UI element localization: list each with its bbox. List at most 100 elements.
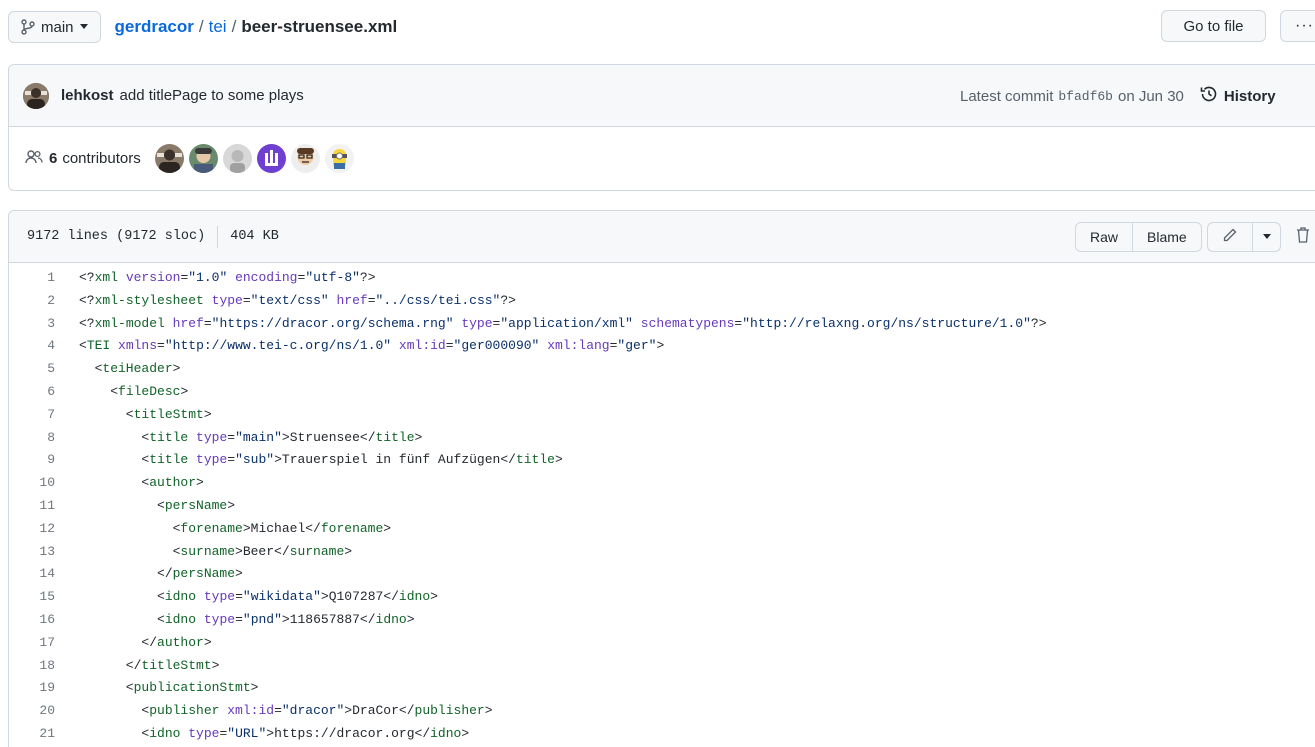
code-line: 6 <fileDesc> — [9, 381, 1315, 404]
commit-meta: Latest commit bfadf6b on Jun 30 History — [960, 65, 1276, 127]
code-text: <title type="sub">Trauerspiel in fünf Au… — [79, 452, 563, 468]
code-line: 1 <?xml version="1.0" encoding="utf-8"?> — [9, 267, 1315, 290]
contributor-avatar[interactable] — [256, 144, 286, 173]
branch-selector-button[interactable]: main — [8, 11, 101, 43]
more-options-button[interactable]: ··· — [1280, 10, 1315, 42]
line-number[interactable]: 10 — [9, 472, 55, 495]
code-line: 4 <TEI xmlns="http://www.tei-c.org/ns/1.0… — [9, 335, 1315, 358]
file-size: 404 KB — [230, 229, 279, 244]
line-number[interactable]: 17 — [9, 632, 55, 655]
code-text: <persName> — [79, 497, 236, 513]
code-text: <forename>Michael</forename> — [79, 520, 392, 536]
code-line: 15 <idno type="wikidata">Q107287</idno> — [9, 586, 1315, 609]
line-number[interactable]: 14 — [9, 563, 55, 586]
line-number[interactable]: 11 — [9, 495, 55, 518]
raw-button[interactable]: Raw — [1076, 223, 1132, 251]
commit-box: lehkost add titlePage to some plays Late… — [8, 64, 1315, 191]
code-text: <titleStmt> — [79, 406, 212, 422]
trash-icon[interactable] — [1295, 226, 1311, 249]
line-number[interactable]: 9 — [9, 449, 55, 472]
code-text: <?xml version="1.0" encoding="utf-8"?> — [79, 270, 376, 285]
code-line: 3 <?xml-model href="https://dracor.org/sc… — [9, 313, 1315, 336]
branch-icon — [21, 19, 35, 35]
contributors-row: 6 contributors — [9, 127, 1315, 190]
contributor-avatar[interactable] — [154, 144, 184, 173]
contributor-avatar[interactable] — [324, 144, 354, 173]
contributor-avatar[interactable] — [290, 144, 320, 173]
line-number[interactable]: 4 — [9, 335, 55, 358]
code-text: <idno type="wikidata">Q107287</idno> — [79, 589, 438, 605]
code-text: <title type="main">Struensee</title> — [79, 429, 423, 445]
file-header: 9172 lines (9172 sloc) 404 KB Raw Blame — [9, 211, 1315, 263]
line-number[interactable]: 3 — [9, 313, 55, 336]
code-text: <?xml-stylesheet type="text/css" href=".… — [79, 292, 516, 308]
code-text: <TEI xmlns="http://www.tei-c.org/ns/1.0"… — [79, 338, 665, 354]
code-line: 7 <titleStmt> — [9, 404, 1315, 427]
file-lines-info: 9172 lines (9172 sloc) — [27, 229, 206, 244]
go-to-file-button[interactable]: Go to file — [1161, 10, 1266, 42]
code-text: <author> — [79, 475, 204, 491]
code-line: 20 <publisher xml:id="dracor">DraCor</pu… — [9, 700, 1315, 723]
code-line: 5 <teiHeader> — [9, 358, 1315, 381]
commit-date: on Jun 30 — [1117, 87, 1184, 105]
contributors-count[interactable]: 6 — [49, 150, 57, 167]
people-icon — [25, 149, 43, 169]
avatar[interactable] — [23, 82, 49, 109]
line-number[interactable]: 20 — [9, 700, 55, 723]
code-text: <teiHeader> — [79, 361, 181, 377]
code-text: </titleStmt> — [79, 657, 220, 673]
code-line: 16 <idno type="pnd">118657887</idno> — [9, 609, 1315, 632]
code-text: <idno type="pnd">118657887</idno> — [79, 611, 415, 627]
contributor-avatar[interactable] — [188, 144, 218, 173]
line-number[interactable]: 5 — [9, 358, 55, 381]
code-view: 1 <?xml version="1.0" encoding="utf-8"?> 2… — [9, 263, 1315, 746]
code-line: 11 <persName> — [9, 495, 1315, 518]
contributor-avatar[interactable] — [222, 144, 252, 173]
breadcrumb-owner-link[interactable]: gerdracor — [115, 17, 194, 37]
code-text: <publicationStmt> — [79, 680, 259, 696]
edit-button[interactable] — [1208, 223, 1252, 251]
code-line: 12 <forename>Michael</forename> — [9, 518, 1315, 541]
line-number[interactable]: 13 — [9, 541, 55, 564]
line-number[interactable]: 15 — [9, 586, 55, 609]
raw-blame-group: Raw Blame — [1075, 222, 1202, 252]
breadcrumb-file-name: beer-struensee.xml — [241, 17, 398, 36]
line-number[interactable]: 19 — [9, 677, 55, 700]
breadcrumb-repo-link[interactable]: tei — [209, 17, 227, 37]
line-number[interactable]: 2 — [9, 290, 55, 313]
latest-commit-label: Latest commit — [960, 87, 1054, 105]
code-line: 19 <publicationStmt> — [9, 677, 1315, 700]
line-number[interactable]: 7 — [9, 404, 55, 427]
file-viewer: 9172 lines (9172 sloc) 404 KB Raw Blame … — [8, 210, 1315, 747]
contributors-label[interactable]: contributors — [62, 150, 140, 167]
latest-commit-header: lehkost add titlePage to some plays Late… — [9, 65, 1315, 127]
code-line: 14 </persName> — [9, 563, 1315, 586]
history-link[interactable]: History — [1200, 85, 1276, 107]
edit-group — [1207, 222, 1281, 252]
blame-button[interactable]: Blame — [1132, 223, 1201, 251]
line-number[interactable]: 21 — [9, 723, 55, 746]
pencil-icon — [1222, 227, 1238, 248]
code-text: <fileDesc> — [79, 383, 189, 399]
code-text: </author> — [79, 634, 212, 650]
contributor-avatars — [154, 144, 354, 173]
history-label: History — [1223, 87, 1276, 105]
commit-sha-link[interactable]: bfadf6b — [1058, 89, 1113, 104]
branch-name: main — [41, 18, 74, 36]
breadcrumb-separator: / — [198, 17, 204, 36]
line-number[interactable]: 18 — [9, 655, 55, 678]
commit-message-link[interactable]: add titlePage to some plays — [120, 87, 304, 104]
line-number[interactable]: 8 — [9, 427, 55, 450]
line-number[interactable]: 1 — [9, 267, 55, 290]
code-line: 18 </titleStmt> — [9, 655, 1315, 678]
code-text: <idno type="URL">https://dracor.org</idn… — [79, 725, 470, 741]
commit-author-link[interactable]: lehkost — [61, 87, 114, 104]
breadcrumb: gerdracor / tei / beer-struensee.xml — [115, 17, 398, 37]
line-number[interactable]: 6 — [9, 381, 55, 404]
code-text: <surname>Beer</surname> — [79, 543, 353, 559]
line-number[interactable]: 16 — [9, 609, 55, 632]
edit-dropdown-button[interactable] — [1252, 223, 1280, 251]
code-line: 8 <title type="main">Struensee</title> — [9, 427, 1315, 450]
code-line: 9 <title type="sub">Trauerspiel in fünf … — [9, 449, 1315, 472]
line-number[interactable]: 12 — [9, 518, 55, 541]
